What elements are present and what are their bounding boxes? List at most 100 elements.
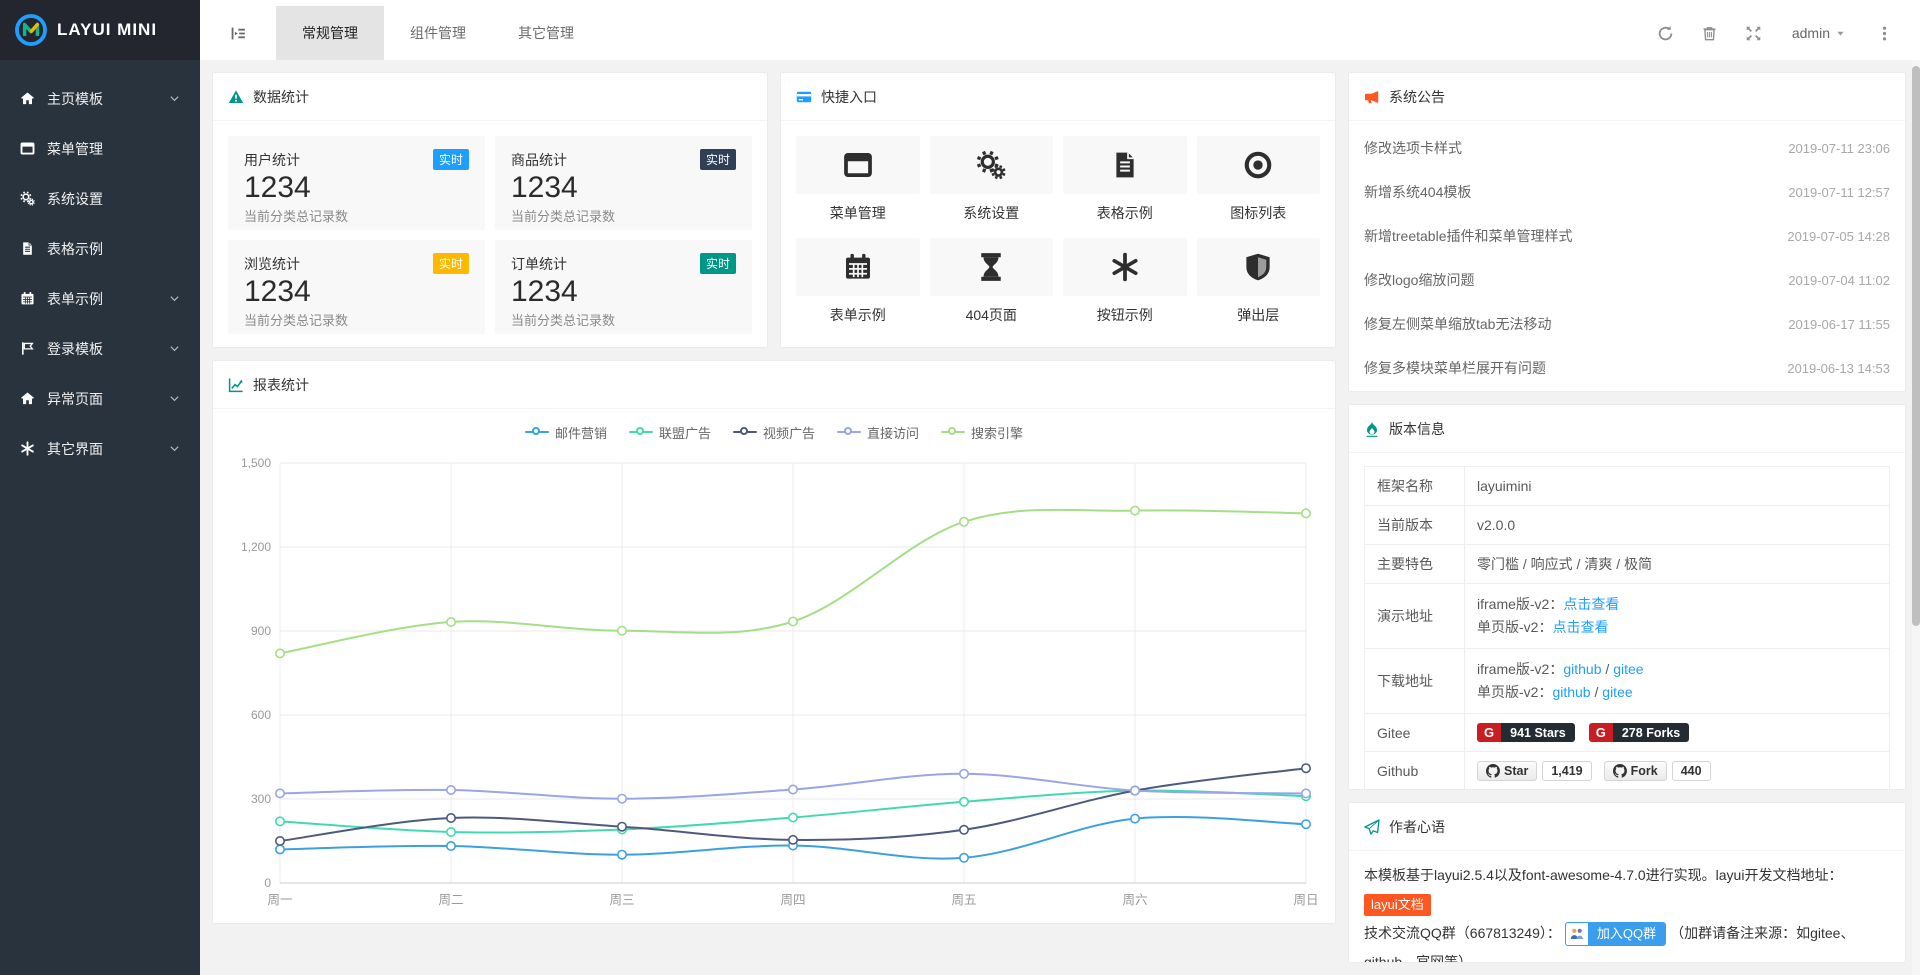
header-tab[interactable]: 常规管理 — [276, 6, 384, 60]
github-fork-button[interactable]: Fork — [1604, 761, 1667, 781]
sidebar-item[interactable]: 主页模板 — [0, 74, 200, 124]
sidebar-item-label: 菜单管理 — [47, 139, 182, 159]
link-prefix: 单页版-v2： — [1477, 619, 1552, 635]
sidebar-item[interactable]: 菜单管理 — [0, 124, 200, 174]
sidebar-item[interactable]: 表格示例 — [0, 224, 200, 274]
sidebar-item-label: 表单示例 — [47, 289, 168, 309]
announcement-item[interactable]: 新增treetable插件和菜单管理样式 2019-07-05 14:28 — [1364, 214, 1890, 258]
announcement-text: 修复左侧菜单缩放tab无法移动 — [1364, 314, 1551, 334]
version-value: layuimini — [1477, 478, 1531, 494]
stat-label: 商品统计 — [511, 150, 567, 170]
refresh-icon[interactable] — [1644, 6, 1688, 60]
announcement-item[interactable]: 新增系统404模板 2019-07-11 12:57 — [1364, 170, 1890, 214]
version-row: 下载地址 iframe版-v2：github / gitee单页版-v2：git… — [1365, 649, 1890, 714]
user-dropdown[interactable]: admin — [1776, 6, 1862, 60]
github-widget: Fork 440 — [1604, 761, 1711, 781]
more-menu-icon[interactable] — [1862, 6, 1906, 60]
version-link[interactable]: github — [1552, 684, 1590, 700]
scrollbar-track[interactable] — [1912, 60, 1920, 975]
svg-text:1,200: 1,200 — [241, 540, 271, 554]
quick-entry-card: 快捷入口 菜单管理 系统设置 表格示例 图标列表 表单示例 404页面 按钮示例… — [780, 72, 1336, 348]
quick-entry-item[interactable]: 按钮示例 — [1063, 238, 1187, 325]
chevron-down-icon — [168, 292, 182, 306]
join-qq-group-label: 加入QQ群 — [1588, 923, 1665, 945]
announcement-time: 2019-07-11 12:57 — [1788, 185, 1890, 200]
quick-entry-label: 表格示例 — [1063, 203, 1187, 223]
legend-marker-icon — [941, 427, 965, 437]
version-link[interactable]: 点击查看 — [1552, 619, 1608, 635]
legend-label: 直接访问 — [867, 423, 919, 442]
card-title: 快捷入口 — [821, 87, 877, 107]
announcement-time: 2019-07-05 14:28 — [1787, 229, 1890, 244]
clear-cache-trash-icon[interactable] — [1688, 6, 1732, 60]
sidebar-item[interactable]: 异常页面 — [0, 374, 200, 424]
chart-legend: 邮件营销 联盟广告 视频广告 直接访问 搜索引擎 — [213, 415, 1335, 449]
legend-item[interactable]: 联盟广告 — [629, 423, 711, 442]
quick-entry-item[interactable]: 表格示例 — [1063, 136, 1187, 223]
announcement-item[interactable]: 修复多模块菜单栏展开有问题 2019-06-13 14:53 — [1364, 346, 1890, 390]
sidebar-item[interactable]: 系统设置 — [0, 174, 200, 224]
bullhorn-icon — [1364, 89, 1380, 105]
legend-item[interactable]: 直接访问 — [837, 423, 919, 442]
quick-entry-label: 表单示例 — [796, 305, 920, 325]
version-link[interactable]: 点击查看 — [1563, 596, 1619, 612]
legend-label: 联盟广告 — [659, 423, 711, 442]
legend-item[interactable]: 邮件营销 — [525, 423, 607, 442]
link-prefix: iframe版-v2： — [1477, 661, 1563, 677]
quick-entry-item[interactable]: 图标列表 — [1197, 136, 1321, 223]
version-link[interactable]: gitee — [1613, 661, 1643, 677]
layui-doc-link[interactable]: layui文档 — [1364, 894, 1431, 916]
main-content: 数据统计 用户统计 实时 1234 当前分类总记录数 商品统计 实时 1234 … — [200, 60, 1920, 975]
legend-item[interactable]: 视频广告 — [733, 423, 815, 442]
sidebar-item[interactable]: 登录模板 — [0, 324, 200, 374]
cogs-icon — [20, 191, 38, 207]
quick-entry-item[interactable]: 弹出层 — [1197, 238, 1321, 325]
collapse-sidebar-icon[interactable] — [200, 6, 276, 60]
author-line-2: 技术交流QQ群（667813249）：加入QQ群（加群请备注来源：如gitee、… — [1364, 919, 1890, 963]
version-table: 框架名称 layuimini 当前版本 v2.0.0 主要特色 零门槛 / 响应… — [1364, 466, 1890, 790]
right-column: 系统公告 修改选项卡样式 2019-07-11 23:06 新增系统404模板 … — [1348, 72, 1906, 963]
header-tab[interactable]: 组件管理 — [384, 6, 492, 60]
stat-badge: 实时 — [700, 149, 736, 170]
announcement-item[interactable]: 修改选项卡样式 2019-07-11 23:06 — [1364, 126, 1890, 170]
sidebar-item[interactable]: 其它界面 — [0, 424, 200, 474]
quick-entry-item[interactable]: 404页面 — [930, 238, 1054, 325]
quick-entry-label: 菜单管理 — [796, 203, 920, 223]
gitee-badge[interactable]: G 941 Stars — [1477, 723, 1575, 742]
github-mark-icon — [1613, 764, 1627, 778]
version-row: 主要特色 零门槛 / 响应式 / 清爽 / 极简 — [1365, 545, 1890, 584]
hourglass-icon — [930, 238, 1054, 296]
sidebar-item[interactable]: 表单示例 — [0, 274, 200, 324]
github-fork-count[interactable]: 440 — [1672, 761, 1711, 781]
quick-entry-label: 弹出层 — [1197, 305, 1321, 325]
line-chart-icon — [228, 377, 244, 393]
version-row-label: 当前版本 — [1365, 506, 1465, 545]
version-row-label: 框架名称 — [1365, 467, 1465, 506]
version-row-label: Github — [1365, 752, 1465, 791]
github-star-button[interactable]: Star — [1477, 761, 1537, 781]
legend-item[interactable]: 搜索引擎 — [941, 423, 1023, 442]
quick-entry-item[interactable]: 系统设置 — [930, 136, 1054, 223]
scrollbar-thumb[interactable] — [1912, 66, 1920, 626]
version-link[interactable]: gitee — [1602, 684, 1632, 700]
announcement-item[interactable]: 修改logo缩放问题 2019-07-04 11:02 — [1364, 258, 1890, 302]
card-title: 作者心语 — [1389, 817, 1445, 837]
fullscreen-icon[interactable] — [1732, 6, 1776, 60]
version-row-label: 下载地址 — [1365, 649, 1465, 714]
quick-entry-item[interactable]: 表单示例 — [796, 238, 920, 325]
header-tab[interactable]: 其它管理 — [492, 6, 600, 60]
announcement-text: 修复多模块菜单栏展开有问题 — [1364, 358, 1546, 378]
join-qq-group-link[interactable]: 加入QQ群 — [1565, 922, 1666, 946]
gitee-badge[interactable]: G 278 Forks — [1589, 723, 1690, 742]
dot-circle-icon — [1197, 136, 1321, 194]
announcement-item[interactable]: 修复左侧菜单缩放tab无法移动 2019-06-17 11:55 — [1364, 302, 1890, 346]
header-actions: admin — [1644, 6, 1920, 60]
logo-text: LAYUI MINI — [57, 20, 157, 40]
logo[interactable]: LAYUI MINI — [0, 0, 200, 60]
home-icon — [20, 391, 38, 407]
stat-panel: 浏览统计 实时 1234 当前分类总记录数 — [228, 240, 485, 334]
github-star-count[interactable]: 1,419 — [1542, 761, 1591, 781]
svg-text:0: 0 — [264, 876, 271, 890]
quick-entry-item[interactable]: 菜单管理 — [796, 136, 920, 223]
version-link[interactable]: github — [1563, 661, 1601, 677]
